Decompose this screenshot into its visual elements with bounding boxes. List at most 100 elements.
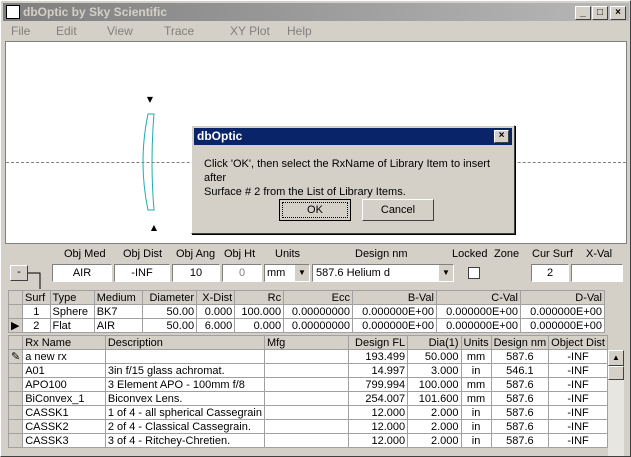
cell[interactable]: Sphere: [49, 304, 95, 319]
cell[interactable]: 3 Element APO - 100mm f/8: [104, 377, 265, 392]
cell[interactable]: 0.000000E+00: [519, 304, 606, 319]
cell[interactable]: Flat: [49, 318, 95, 333]
cell[interactable]: 2.000: [407, 419, 462, 434]
col-header[interactable]: Rc: [234, 290, 285, 305]
cell[interactable]: in: [460, 433, 492, 448]
row-selector[interactable]: [8, 304, 23, 319]
chevron-down-icon[interactable]: ▼: [439, 265, 453, 281]
col-header[interactable]: Mfg: [263, 335, 349, 350]
table-row[interactable]: A01 3in f/15 glass achromat. 14.997 3.000 in…: [7, 363, 608, 378]
obj-ang-field[interactable]: 10: [172, 264, 220, 282]
col-header[interactable]: Medium: [93, 290, 143, 305]
row-selector[interactable]: [7, 419, 24, 434]
cell[interactable]: 799.994: [347, 377, 409, 392]
cell[interactable]: in: [460, 405, 492, 420]
cell[interactable]: [263, 405, 349, 420]
cell[interactable]: 587.6: [490, 419, 550, 434]
cell[interactable]: 0.000000E+00: [352, 318, 437, 333]
cell[interactable]: 50.00: [141, 304, 198, 319]
cell[interactable]: [104, 349, 265, 364]
menu-file[interactable]: File: [11, 24, 30, 38]
menu-trace[interactable]: Trace: [164, 24, 194, 38]
col-header[interactable]: D-Val: [519, 290, 606, 305]
units-select[interactable]: mm ▼: [264, 264, 310, 282]
col-header[interactable]: X-Dist: [196, 290, 236, 305]
row-selector[interactable]: [7, 433, 24, 448]
cell[interactable]: 193.499: [347, 349, 409, 364]
cancel-button[interactable]: Cancel: [362, 199, 434, 221]
cell[interactable]: [263, 391, 349, 406]
col-header[interactable]: Description: [104, 335, 265, 350]
cell[interactable]: [263, 419, 349, 434]
cell[interactable]: 587.6: [490, 349, 550, 364]
cell[interactable]: 2: [22, 318, 51, 333]
scroll-thumb[interactable]: [608, 366, 624, 380]
cell[interactable]: 254.007: [347, 391, 409, 406]
cell[interactable]: Biconvex Lens.: [104, 391, 265, 406]
cell[interactable]: 546.1: [490, 363, 550, 378]
menu-xy-plot[interactable]: XY Plot: [230, 24, 270, 38]
cell[interactable]: 100.000: [234, 304, 285, 319]
cell[interactable]: 0.000: [196, 304, 236, 319]
cell[interactable]: mm: [460, 349, 492, 364]
col-header[interactable]: Units: [460, 335, 492, 350]
design-nm-select[interactable]: 587.6 Helium d ▼: [312, 264, 454, 282]
maximize-button[interactable]: □: [592, 6, 608, 20]
cell[interactable]: [263, 349, 349, 364]
cell[interactable]: mm: [460, 391, 492, 406]
ok-button[interactable]: OK: [279, 199, 351, 221]
scroll-up-icon[interactable]: ▲: [608, 350, 624, 366]
col-header[interactable]: Design FL: [347, 335, 409, 350]
cell[interactable]: 12.000: [347, 405, 409, 420]
cell[interactable]: in: [460, 363, 492, 378]
cell[interactable]: 587.6: [490, 377, 550, 392]
cell[interactable]: 0.000000E+00: [435, 304, 521, 319]
obj-dist-field[interactable]: -INF: [114, 264, 170, 282]
cell[interactable]: CASSK2: [22, 419, 106, 434]
cell[interactable]: -INF: [548, 405, 608, 420]
cell[interactable]: 3.000: [407, 363, 462, 378]
cell[interactable]: -INF: [548, 391, 608, 406]
locked-checkbox[interactable]: [468, 267, 480, 279]
cell[interactable]: [263, 433, 349, 448]
cell[interactable]: APO100: [22, 377, 106, 392]
col-header[interactable]: Type: [49, 290, 95, 305]
cell[interactable]: 3 of 4 - Ritchey-Chretien.: [104, 433, 265, 448]
row-selector[interactable]: [7, 405, 24, 420]
cell[interactable]: 0.00000000: [283, 318, 354, 333]
table-row[interactable]: CASSK3 3 of 4 - Ritchey-Chretien. 12.000 2.…: [7, 433, 608, 448]
cell[interactable]: 0.000: [234, 318, 285, 333]
col-header[interactable]: Ecc: [283, 290, 354, 305]
table-row[interactable]: CASSK1 1 of 4 - all spherical Cassegrain 1…: [7, 405, 608, 420]
cell[interactable]: CASSK3: [22, 433, 106, 448]
x-val-field[interactable]: [571, 264, 623, 282]
table-row[interactable]: ✎ a new rx 193.499 50.000 mm 587.6 -INF: [7, 349, 608, 364]
cell[interactable]: in: [460, 419, 492, 434]
cell[interactable]: 101.600: [407, 391, 462, 406]
cell[interactable]: a new rx: [22, 349, 106, 364]
col-header[interactable]: Rx Name: [22, 335, 106, 350]
cell[interactable]: -INF: [548, 377, 608, 392]
cell[interactable]: 587.6: [490, 433, 550, 448]
cell[interactable]: CASSK1: [22, 405, 106, 420]
table-row[interactable]: BiConvex_1 Biconvex Lens. 254.007 101.600 mm…: [7, 391, 608, 406]
cell[interactable]: 0.000000E+00: [519, 318, 606, 333]
col-header[interactable]: Dia(1): [407, 335, 462, 350]
cell[interactable]: 1 of 4 - all spherical Cassegrain: [104, 405, 265, 420]
menu-help[interactable]: Help: [287, 24, 312, 38]
cell[interactable]: [263, 377, 349, 392]
cell[interactable]: 0.000000E+00: [352, 304, 437, 319]
cell[interactable]: 6.000: [196, 318, 236, 333]
table-row[interactable]: 1 Sphere BK7 50.00 0.000 100.000 0.00000…: [8, 304, 606, 319]
col-header[interactable]: B-Val: [352, 290, 437, 305]
cell[interactable]: 100.000: [407, 377, 462, 392]
cell[interactable]: -INF: [548, 419, 608, 434]
minimize-button[interactable]: _: [575, 6, 591, 20]
collapse-button[interactable]: -: [10, 265, 28, 281]
cell[interactable]: 587.6: [490, 391, 550, 406]
cell[interactable]: A01: [22, 363, 106, 378]
table-row[interactable]: APO100 3 Element APO - 100mm f/8 799.994 10…: [7, 377, 608, 392]
cur-surf-field[interactable]: 2: [531, 264, 569, 282]
dialog-close-button[interactable]: ×: [494, 130, 509, 143]
cell[interactable]: 0.00000000: [283, 304, 354, 319]
